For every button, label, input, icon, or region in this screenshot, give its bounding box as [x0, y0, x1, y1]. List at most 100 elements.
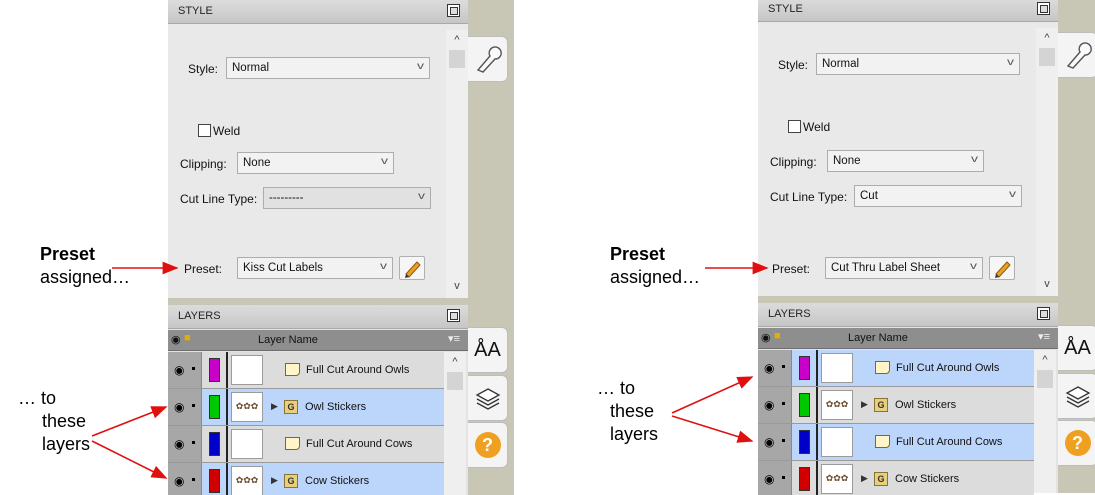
preset-label: Preset:: [184, 262, 223, 276]
scroll-up-icon[interactable]: ^: [1034, 354, 1056, 366]
layer-color-swatch[interactable]: [209, 358, 220, 382]
scrollbar-thumb[interactable]: [449, 50, 465, 68]
layer-color-swatch[interactable]: [799, 430, 810, 454]
style-dropdown[interactable]: Normal v: [816, 53, 1020, 75]
eye-icon[interactable]: ◉: [174, 474, 184, 488]
clipping-dropdown[interactable]: None v: [827, 150, 984, 172]
arrow-layer-cows-right: [671, 415, 754, 443]
layers-scrollbar[interactable]: ^: [1034, 350, 1056, 493]
scrollbar-thumb[interactable]: [1037, 370, 1053, 388]
annotation-preset-right: Preset: [610, 244, 666, 264]
help-tab[interactable]: ?: [1058, 420, 1095, 466]
lock-icon[interactable]: ■: [184, 332, 191, 344]
visibility-cell[interactable]: ◉: [758, 424, 792, 460]
weld-checkbox[interactable]: [198, 124, 211, 137]
layer-row[interactable]: ◉ ✿✿✿ ▶ G Owl Stickers: [168, 389, 444, 426]
dot-icon: [782, 439, 785, 442]
layer-name: Full Cut Around Owls: [896, 362, 1000, 374]
visibility-cell[interactable]: ◉: [168, 426, 202, 462]
owl-thumbnail-icon: ✿✿✿: [821, 390, 853, 420]
visibility-cell[interactable]: ◉: [758, 350, 792, 386]
scroll-up-icon[interactable]: ^: [446, 34, 468, 46]
annotation-to-right: … to: [597, 378, 636, 398]
style-scrollbar[interactable]: ^ v: [446, 30, 468, 298]
menu-icon[interactable]: ▾≡: [1038, 330, 1050, 343]
style-section: STYLE Style: Normal v Weld Clipping: None…: [168, 0, 468, 298]
scroll-up-icon[interactable]: ^: [1036, 32, 1058, 44]
layer-row[interactable]: ◉ Full Cut Around Cows: [758, 424, 1034, 461]
layer-row[interactable]: ◉ ✿✿✿ ▶ G Owl Stickers: [758, 387, 1034, 424]
layers-header-title: LAYERS: [178, 310, 221, 322]
dock-icon[interactable]: [1037, 2, 1050, 15]
eye-icon[interactable]: ◉: [761, 331, 771, 344]
layers-header: LAYERS: [168, 305, 468, 329]
eye-icon[interactable]: ◉: [764, 472, 774, 486]
visibility-cell[interactable]: ◉: [168, 463, 202, 495]
style-dropdown[interactable]: Normal v: [226, 57, 430, 79]
layers-scrollbar[interactable]: ^: [444, 352, 466, 495]
scroll-up-icon[interactable]: ^: [444, 356, 466, 368]
eye-icon[interactable]: ◉: [174, 400, 184, 414]
expand-triangle-icon[interactable]: ▶: [271, 401, 278, 412]
scroll-down-icon[interactable]: v: [446, 280, 468, 292]
weld-checkbox[interactable]: [788, 120, 801, 133]
layer-color-swatch[interactable]: [209, 469, 220, 493]
eye-icon[interactable]: ◉: [764, 435, 774, 449]
eye-icon[interactable]: ◉: [174, 437, 184, 451]
cut-line-type-dropdown[interactable]: --------- v: [263, 187, 431, 209]
layer-name: Cow Stickers: [305, 475, 370, 487]
dock-icon[interactable]: [447, 309, 460, 322]
scroll-down-icon[interactable]: v: [1036, 278, 1058, 290]
style-tab[interactable]: [1058, 32, 1095, 78]
eye-icon[interactable]: ◉: [174, 363, 184, 377]
visibility-cell[interactable]: ◉: [168, 352, 202, 388]
layer-row[interactable]: ◉ ✿✿✿ ▶ G Cow Stickers: [168, 463, 444, 495]
layer-row[interactable]: ◉ Full Cut Around Owls: [168, 352, 444, 389]
preset-dropdown[interactable]: Cut Thru Label Sheet v: [825, 257, 983, 279]
annotation-these-left: these: [42, 411, 87, 431]
layer-color-swatch[interactable]: [799, 467, 810, 491]
cut-line-type-dropdown[interactable]: Cut v: [854, 185, 1022, 207]
preset-dropdown[interactable]: Kiss Cut Labels v: [237, 257, 393, 279]
layers-tab[interactable]: [1058, 373, 1095, 419]
visibility-cell[interactable]: ◉: [758, 387, 792, 423]
group-folder-icon: G: [874, 398, 888, 412]
dot-icon: [782, 476, 785, 479]
visibility-cell[interactable]: ◉: [168, 389, 202, 425]
edit-preset-button[interactable]: [989, 256, 1015, 280]
expand-triangle-icon[interactable]: ▶: [271, 475, 278, 486]
text-tab[interactable]: ÅA: [1058, 325, 1095, 371]
expand-triangle-icon[interactable]: ▶: [861, 399, 868, 410]
style-header-title: STYLE: [768, 3, 803, 15]
layer-thumbnail: [231, 355, 263, 385]
dot-icon: [192, 478, 195, 481]
scrollbar-thumb[interactable]: [1039, 48, 1055, 66]
layer-thumbnail: [231, 429, 263, 459]
layer-row[interactable]: ◉ Full Cut Around Cows: [168, 426, 444, 463]
help-tab[interactable]: ?: [468, 422, 508, 468]
layer-row[interactable]: ◉ ✿✿✿ ▶ G Cow Stickers: [758, 461, 1034, 495]
lock-icon[interactable]: ■: [774, 330, 781, 342]
layer-row[interactable]: ◉ Full Cut Around Owls: [758, 350, 1034, 387]
visibility-cell[interactable]: ◉: [758, 461, 792, 495]
menu-icon[interactable]: ▾≡: [448, 332, 460, 345]
eye-icon[interactable]: ◉: [764, 398, 774, 412]
layer-color-swatch[interactable]: [209, 395, 220, 419]
dock-icon[interactable]: [447, 4, 460, 17]
clipping-dropdown[interactable]: None v: [237, 152, 394, 174]
eye-icon[interactable]: ◉: [171, 333, 181, 346]
expand-triangle-icon[interactable]: ▶: [861, 473, 868, 484]
eye-icon[interactable]: ◉: [764, 361, 774, 375]
text-tab[interactable]: ÅA: [468, 327, 508, 373]
layer-color-swatch[interactable]: [799, 356, 810, 380]
layer-color-swatch[interactable]: [799, 393, 810, 417]
group-folder-icon: G: [874, 472, 888, 486]
edit-preset-button[interactable]: [399, 256, 425, 280]
style-tab[interactable]: [468, 36, 508, 82]
style-scrollbar[interactable]: ^ v: [1036, 28, 1058, 296]
layer-name: Cow Stickers: [895, 473, 960, 485]
layers-tab[interactable]: [468, 375, 508, 421]
scrollbar-thumb[interactable]: [447, 372, 463, 390]
dock-icon[interactable]: [1037, 307, 1050, 320]
layer-color-swatch[interactable]: [209, 432, 220, 456]
